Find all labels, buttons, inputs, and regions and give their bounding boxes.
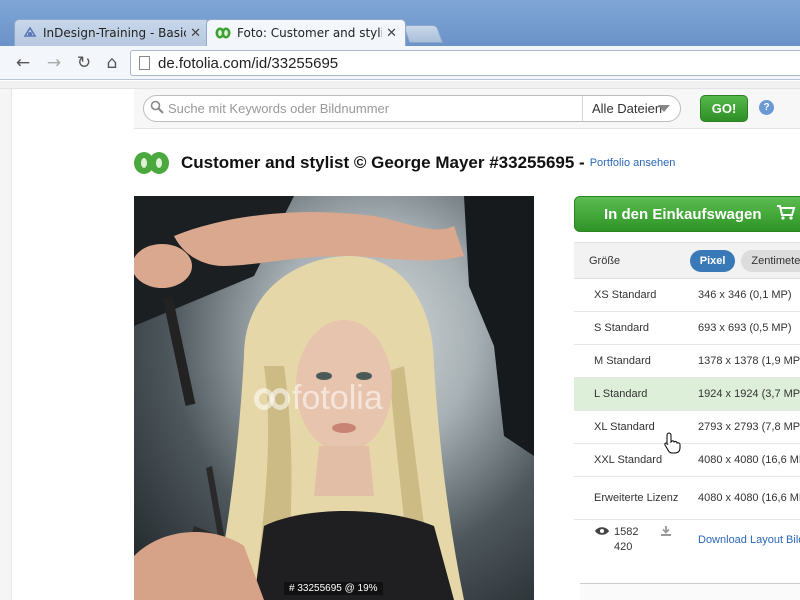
address-bar[interactable]: de.fotolia.com/id/33255695 xyxy=(130,50,800,76)
download-layout-link[interactable]: Download Layout Bild xyxy=(698,534,800,546)
close-icon[interactable]: ✕ xyxy=(190,26,201,41)
size-row-extended-license[interactable]: Erweiterte Lizenz 4080 x 4080 (16,6 MP) xyxy=(574,477,800,520)
back-arrow-icon[interactable]: ← xyxy=(12,52,34,74)
category-select[interactable]: Alle Dateien xyxy=(582,96,680,121)
promo-box xyxy=(580,583,800,600)
watermark-text: fotolia xyxy=(292,379,383,417)
eye-icon xyxy=(594,525,610,540)
photo-preview: fotolia # 33255695 @ 19% xyxy=(134,196,534,600)
size-row-xs[interactable]: XS Standard 346 x 346 (0,1 MP) xyxy=(574,279,800,312)
size-name: XL Standard xyxy=(594,420,655,433)
view-count: 1582 420 xyxy=(594,525,698,555)
forward-arrow-icon[interactable]: → xyxy=(43,52,65,74)
size-name: XS Standard xyxy=(594,288,657,301)
search-input[interactable] xyxy=(168,96,582,121)
fotolia-logo-icon xyxy=(134,152,171,174)
tab-title: InDesign-Training - Basics xyxy=(43,26,187,40)
fotolia-favicon-icon xyxy=(215,27,231,39)
view-count-value: 1582 420 xyxy=(614,526,639,553)
size-header-label: Größe xyxy=(589,254,621,267)
chevron-down-icon xyxy=(658,105,670,112)
download-icon xyxy=(660,525,672,540)
add-to-cart-label: In den Einkaufswagen xyxy=(604,205,762,223)
url-text: de.fotolia.com/id/33255695 xyxy=(158,54,339,72)
photo-caption: # 33255695 @ 19% xyxy=(284,582,383,595)
size-dimensions: 4080 x 4080 (16,6 MP) xyxy=(698,492,800,504)
size-dimensions: 1924 x 1924 (3,7 MP) xyxy=(698,388,800,400)
top-strip xyxy=(0,81,800,89)
size-name: M Standard xyxy=(594,354,651,367)
size-dimensions: 2793 x 2793 (7,8 MP) xyxy=(698,421,800,433)
cart-icon xyxy=(776,204,796,225)
size-row-s[interactable]: S Standard 693 x 693 (0,5 MP) xyxy=(574,312,800,345)
help-icon[interactable]: ? xyxy=(759,100,774,115)
photo-title-row: Customer and stylist © George Mayer #332… xyxy=(134,151,675,175)
tab-fotolia[interactable]: Foto: Customer and stylist ✕ xyxy=(206,19,406,46)
indesign-favicon-icon xyxy=(23,26,37,37)
tab-indesign-training[interactable]: InDesign-Training - Basics ✕ xyxy=(14,19,210,46)
portfolio-link[interactable]: Portfolio ansehen xyxy=(590,157,676,169)
size-table-header: Größe Pixel Zentimeter xyxy=(574,243,800,279)
web-page: Alle Dateien GO! ? Customer and stylist … xyxy=(0,81,800,600)
hand-cursor-icon xyxy=(664,432,681,454)
go-button[interactable]: GO! xyxy=(700,95,748,122)
add-to-cart-button[interactable]: In den Einkaufswagen xyxy=(574,196,800,232)
size-name: S Standard xyxy=(594,321,650,334)
size-table: Größe Pixel Zentimeter XS Standard 346 x… xyxy=(574,242,800,560)
unit-toggle-cm[interactable]: Zentimeter xyxy=(741,249,800,272)
category-select-value: Alle Dateien xyxy=(592,101,663,116)
size-row-xl[interactable]: XL Standard 2793 x 2793 (7,8 MP) xyxy=(574,411,800,444)
stats-row: 1582 420 Download Layout Bild xyxy=(574,520,800,560)
page-margin xyxy=(0,89,12,600)
size-row-l[interactable]: L Standard 1924 x 1924 (3,7 MP) xyxy=(574,378,800,411)
size-row-xxl[interactable]: XXL Standard 4080 x 4080 (16,6 MP) xyxy=(574,444,800,477)
size-name: L Standard xyxy=(594,387,648,400)
new-tab-button[interactable] xyxy=(402,25,444,43)
size-name: Erweiterte Lizenz xyxy=(594,491,679,504)
page-icon xyxy=(139,56,150,70)
close-icon[interactable]: ✕ xyxy=(386,26,397,41)
size-dimensions: 346 x 346 (0,1 MP) xyxy=(698,289,792,301)
size-dimensions: 693 x 693 (0,5 MP) xyxy=(698,322,792,334)
search-box: Alle Dateien xyxy=(143,95,681,122)
browser-toolbar: ← → ↻ ⌂ de.fotolia.com/id/33255695 xyxy=(0,46,800,80)
browser-tab-bar: InDesign-Training - Basics ✕ Foto: Custo… xyxy=(0,0,800,46)
page-title: Customer and stylist © George Mayer #332… xyxy=(181,153,585,172)
reload-icon[interactable]: ↻ xyxy=(73,52,95,74)
home-icon[interactable]: ⌂ xyxy=(101,52,123,74)
unit-toggle-pixel[interactable]: Pixel xyxy=(689,249,736,272)
size-name: XXL Standard xyxy=(594,453,663,466)
size-dimensions: 1378 x 1378 (1,9 MP) xyxy=(698,355,800,367)
size-dimensions: 4080 x 4080 (16,6 MP) xyxy=(698,454,800,466)
watermark: fotolia xyxy=(254,379,383,418)
tab-title: Foto: Customer and stylist xyxy=(237,26,383,40)
size-row-m[interactable]: M Standard 1378 x 1378 (1,9 MP) xyxy=(574,345,800,378)
search-icon xyxy=(146,100,168,117)
